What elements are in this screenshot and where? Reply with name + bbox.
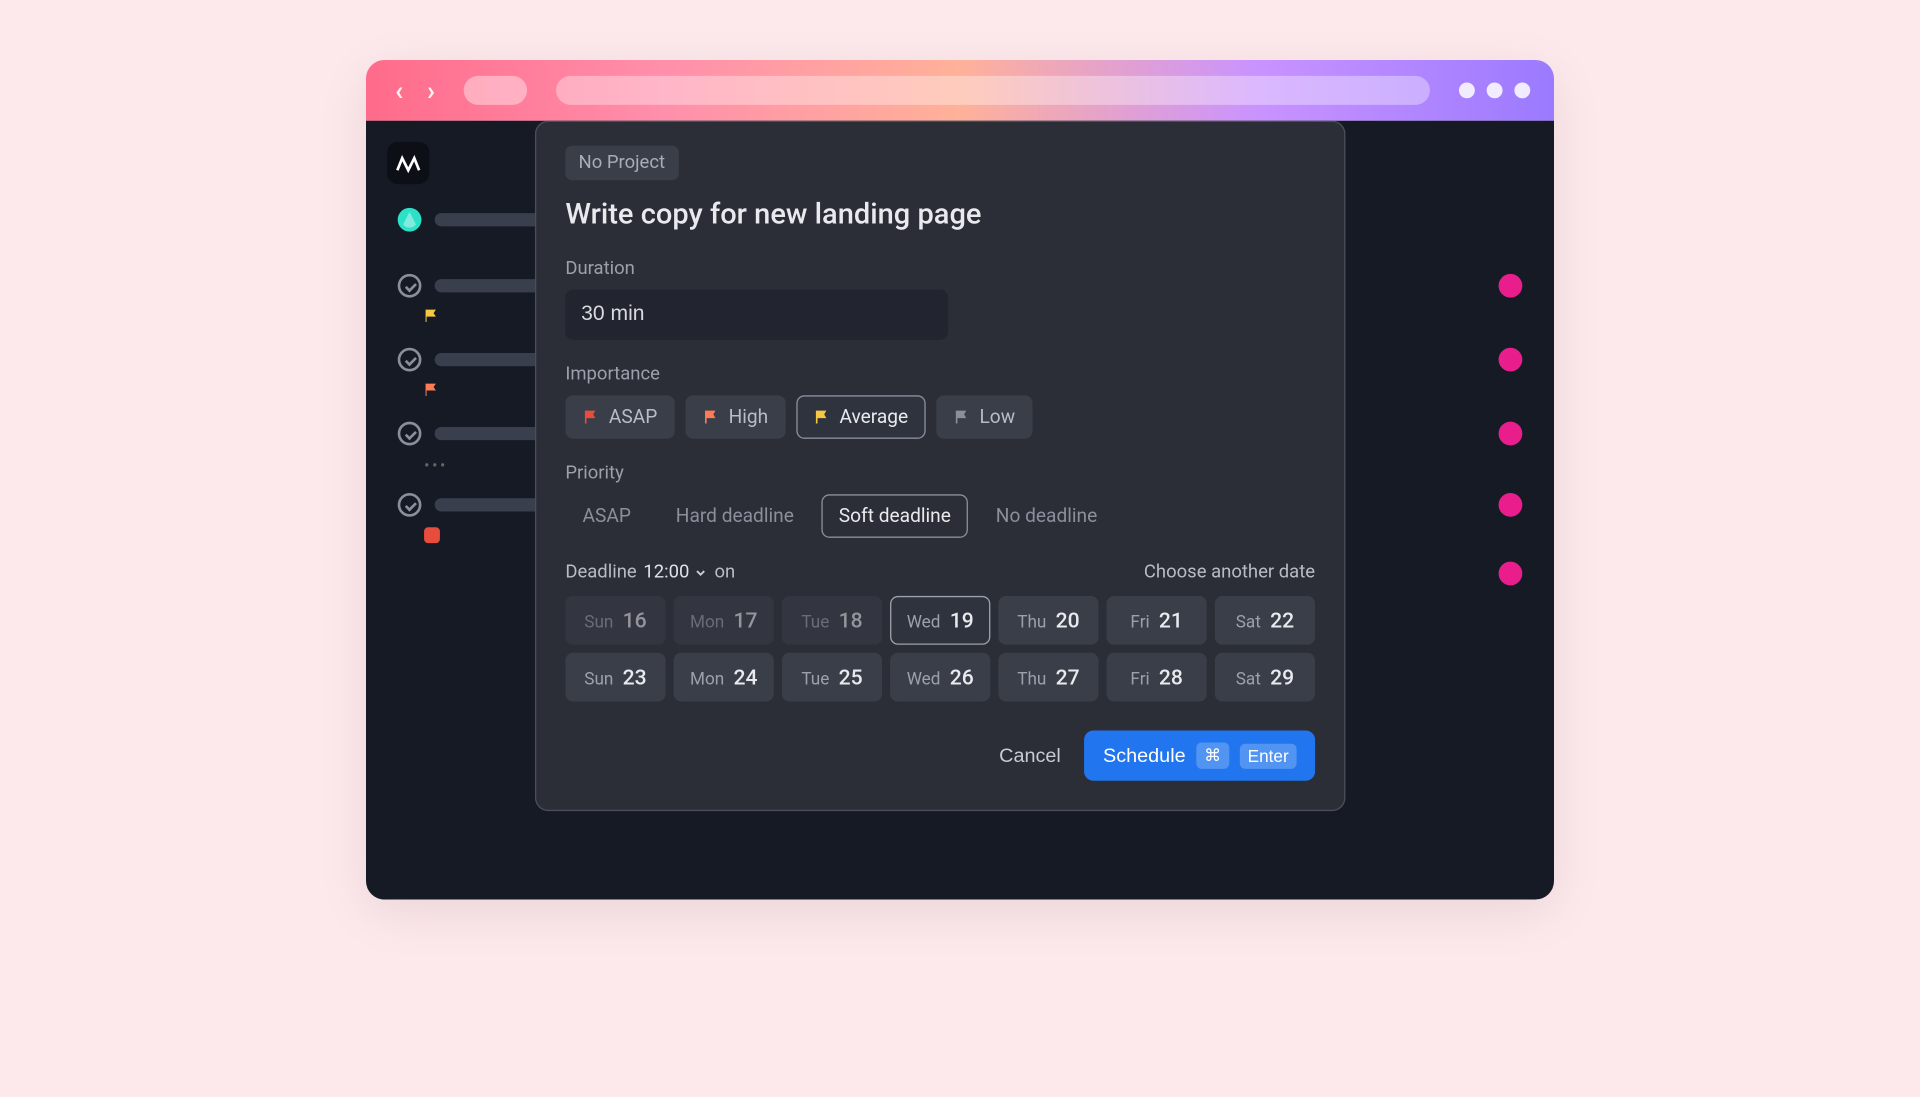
- date-dow: Wed: [907, 613, 941, 633]
- date-num: 25: [839, 665, 863, 690]
- date-num: 23: [623, 665, 647, 690]
- app-logo-icon: [387, 142, 429, 184]
- avatar-icon: [1499, 562, 1523, 586]
- browser-frame: ‹ › ••• No Project Write c: [366, 60, 1554, 900]
- window-dot[interactable]: [1459, 82, 1475, 98]
- date-num: 21: [1159, 608, 1183, 633]
- chevron-down-icon: [693, 565, 708, 580]
- importance-average-chip[interactable]: Average: [796, 395, 925, 439]
- avatar-icon: [398, 208, 422, 232]
- date-cell[interactable]: Thu 27: [998, 653, 1098, 702]
- window-dot[interactable]: [1487, 82, 1503, 98]
- avatar-icon: [1499, 422, 1523, 446]
- date-cell[interactable]: Fri 28: [1107, 653, 1207, 702]
- date-dow: Sun: [584, 613, 613, 633]
- shortcut-key: Enter: [1240, 743, 1297, 768]
- date-num: 28: [1159, 665, 1183, 690]
- priority-hard-deadline-chip[interactable]: Hard deadline: [659, 494, 811, 538]
- check-circle-icon: [398, 493, 422, 517]
- cancel-button[interactable]: Cancel: [999, 744, 1061, 766]
- date-cell[interactable]: Sun 23: [565, 653, 665, 702]
- date-dow: Mon: [690, 613, 724, 633]
- importance-asap-chip[interactable]: ASAP: [565, 395, 674, 439]
- check-circle-icon: [398, 422, 422, 446]
- deadline-prefix: Deadline: [565, 562, 636, 583]
- window-controls: [1459, 82, 1530, 98]
- date-num: 16: [623, 608, 647, 633]
- flag-icon: [424, 382, 440, 398]
- importance-label: Importance: [565, 364, 1315, 385]
- flag-icon: [953, 408, 970, 425]
- url-bar[interactable]: [556, 76, 1429, 105]
- date-dow: Mon: [690, 670, 724, 690]
- alert-icon: [424, 527, 440, 543]
- app-body: ••• No Project Write copy for new landin…: [366, 121, 1554, 900]
- schedule-button-label: Schedule: [1103, 744, 1186, 766]
- priority-label: Priority: [565, 463, 1315, 484]
- date-dow: Fri: [1130, 670, 1149, 690]
- browser-toolbar: ‹ ›: [366, 60, 1554, 121]
- avatar-icon: [1499, 348, 1523, 372]
- date-dow: Sat: [1236, 613, 1261, 633]
- date-num: 22: [1270, 608, 1294, 633]
- window-dot[interactable]: [1514, 82, 1530, 98]
- date-num: 17: [733, 608, 757, 633]
- date-cell[interactable]: Mon 24: [674, 653, 774, 702]
- nav-forward-icon[interactable]: ›: [422, 75, 441, 107]
- date-num: 24: [733, 665, 757, 690]
- date-num: 29: [1270, 665, 1294, 690]
- schedule-task-modal: No Project Write copy for new landing pa…: [535, 121, 1345, 811]
- date-cell[interactable]: Wed 26: [890, 653, 990, 702]
- importance-low-chip[interactable]: Low: [936, 395, 1032, 439]
- project-chip[interactable]: No Project: [565, 146, 678, 180]
- date-dow: Tue: [801, 613, 829, 633]
- deadline-on: on: [714, 562, 735, 583]
- date-cell[interactable]: Mon 17: [674, 596, 774, 645]
- shortcut-mod-icon: ⌘: [1196, 742, 1229, 768]
- date-cell[interactable]: Fri 21: [1107, 596, 1207, 645]
- date-picker-grid: Sun 16 Mon 17 Tue 18 Wed 19 Thu 20 Fri 21 Sat 22 Sun 23…: [565, 596, 1315, 702]
- check-circle-icon: [398, 274, 422, 298]
- date-dow: Thu: [1017, 670, 1046, 690]
- date-cell[interactable]: Sat 29: [1215, 653, 1315, 702]
- date-cell[interactable]: Tue 25: [782, 653, 882, 702]
- date-dow: Sun: [584, 670, 613, 690]
- flag-icon: [702, 408, 719, 425]
- browser-pill: [464, 76, 527, 105]
- task-title: Write copy for new landing page: [565, 199, 1315, 232]
- avatar-icon: [1499, 493, 1523, 517]
- check-circle-icon: [398, 348, 422, 372]
- flag-icon: [424, 308, 440, 324]
- date-dow: Tue: [801, 670, 829, 690]
- date-cell[interactable]: Thu 20: [998, 596, 1098, 645]
- date-num: 27: [1056, 665, 1080, 690]
- date-num: 19: [950, 608, 974, 633]
- priority-soft-deadline-chip[interactable]: Soft deadline: [822, 494, 968, 538]
- date-dow: Sat: [1236, 670, 1261, 690]
- deadline-time-dropdown[interactable]: 12:00: [643, 562, 708, 583]
- duration-label: Duration: [565, 258, 1315, 279]
- date-cell[interactable]: Sat 22: [1215, 596, 1315, 645]
- date-cell[interactable]: Wed 19: [890, 596, 990, 645]
- date-dow: Wed: [907, 670, 941, 690]
- importance-options: ASAPHighAverageLow: [565, 395, 1315, 439]
- flag-icon: [813, 408, 830, 425]
- date-dow: Fri: [1130, 613, 1149, 633]
- nav-back-icon[interactable]: ‹: [390, 75, 409, 107]
- date-cell[interactable]: Tue 18: [782, 596, 882, 645]
- importance-high-chip[interactable]: High: [685, 395, 785, 439]
- duration-input[interactable]: [565, 290, 948, 340]
- priority-options: ASAPHard deadlineSoft deadlineNo deadlin…: [565, 494, 1315, 538]
- priority-no-deadline-chip[interactable]: No deadline: [979, 494, 1115, 538]
- date-dow: Thu: [1017, 613, 1046, 633]
- date-num: 26: [950, 665, 974, 690]
- choose-another-date-link[interactable]: Choose another date: [1144, 562, 1315, 583]
- priority-asap-chip[interactable]: ASAP: [565, 494, 648, 538]
- date-num: 18: [839, 608, 863, 633]
- date-num: 20: [1056, 608, 1080, 633]
- flag-icon: [582, 408, 599, 425]
- schedule-button[interactable]: Schedule ⌘ Enter: [1085, 731, 1316, 781]
- avatar-icon: [1499, 274, 1523, 298]
- date-cell[interactable]: Sun 16: [565, 596, 665, 645]
